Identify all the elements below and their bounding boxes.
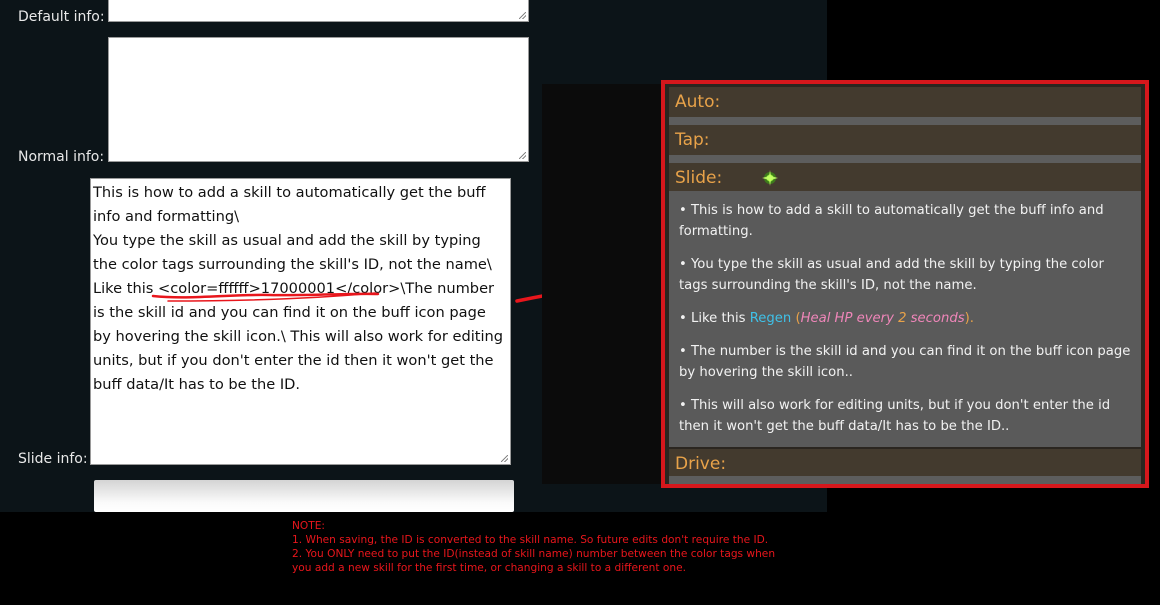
slide-description: • This is how to add a skill to automati… — [669, 191, 1141, 447]
description-bullet: • This will also work for editing units,… — [679, 398, 1111, 434]
note-line: you add a new skill for the first time, … — [292, 562, 686, 574]
slide-info-label: Slide info: — [18, 451, 88, 467]
note-line: 2. You ONLY need to put the ID(instead o… — [292, 548, 776, 560]
buff-effect-text: Heal HP every — [800, 311, 899, 326]
note-line: 1. When saving, the ID is converted to t… — [292, 534, 769, 546]
default-info-textarea[interactable] — [108, 0, 529, 22]
skill-name-link[interactable]: Regen — [750, 311, 792, 326]
save-button[interactable] — [94, 480, 514, 512]
divider — [669, 117, 1141, 125]
drive-label: Drive: — [675, 454, 727, 474]
slide-label: Slide: — [675, 168, 723, 188]
slide-header: Slide: — [669, 163, 1141, 193]
note-annotation: NOTE: 1. When saving, the ID is converted… — [292, 519, 775, 575]
buff-sparkle-icon[interactable] — [761, 169, 779, 187]
resize-grip-icon[interactable] — [501, 455, 508, 462]
red-underline-annotation — [151, 292, 380, 302]
auto-label: Auto: — [675, 92, 721, 112]
resize-grip-icon[interactable] — [519, 152, 526, 159]
tap-label: Tap: — [675, 130, 710, 150]
divider — [669, 155, 1141, 163]
default-info-label: Default info: — [18, 9, 105, 25]
resize-grip-icon[interactable] — [519, 12, 526, 19]
description-bullet: • Like this Regen (Heal HP every 2 secon… — [679, 311, 974, 326]
normal-info-textarea[interactable] — [108, 37, 529, 162]
normal-info-label: Normal info: — [18, 149, 105, 165]
divider — [669, 476, 1141, 484]
tap-header: Tap: — [669, 125, 1141, 155]
note-title: NOTE: — [292, 520, 325, 532]
slide-info-textarea[interactable]: This is how to add a skill to automatica… — [90, 178, 511, 465]
skill-preview-panel: Auto: Tap: Slide: • This is how to add a… — [661, 80, 1149, 488]
preview-backdrop — [542, 84, 662, 484]
description-bullet: • The number is the skill id and you can… — [679, 344, 1131, 380]
description-bullet: • You type the skill as usual and add th… — [679, 257, 1104, 293]
auto-header: Auto: — [669, 87, 1141, 117]
drive-header: Drive: — [669, 449, 1141, 479]
description-bullet: • This is how to add a skill to automati… — [679, 203, 1104, 239]
